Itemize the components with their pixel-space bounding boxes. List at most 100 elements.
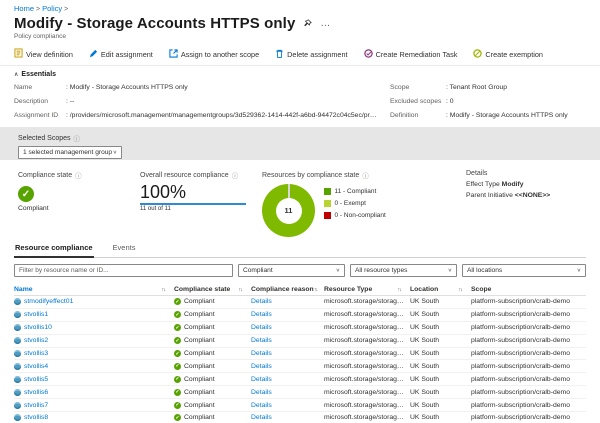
resource-type-cell: microsoft.storage/storagea... <box>324 401 410 409</box>
storage-account-icon <box>14 298 21 306</box>
sort-icon <box>459 286 463 293</box>
sort-icon <box>398 286 402 293</box>
essentials-left-column: Name Modify - Storage Accounts HTTPS onl… <box>14 81 390 123</box>
details-link[interactable]: Details <box>251 414 272 421</box>
donut-chart: 11 <box>262 184 315 237</box>
storage-account-icon <box>14 414 21 422</box>
resource-name-link[interactable]: stvollis1 <box>24 311 48 318</box>
table-row: stvollis8 Compliant Details microsoft.st… <box>14 412 586 423</box>
breadcrumb: Home > Policy > <box>0 0 600 13</box>
resource-filter-input[interactable] <box>14 264 233 277</box>
compliance-filter-dropdown[interactable]: Compliant ∨ <box>238 264 345 277</box>
compliance-state-cell: Compliant <box>174 324 251 332</box>
info-icon[interactable] <box>74 133 81 143</box>
resource-name-link[interactable]: stvollis8 <box>24 414 48 421</box>
scope-cell: platform-subscription/cralb-demo <box>471 337 570 345</box>
resource-compliance-table: Name Compliance state Compliance reason … <box>14 283 586 423</box>
resource-name-link[interactable]: stvollis6 <box>24 389 48 396</box>
chevron-down-icon: ∨ <box>447 268 452 274</box>
location-cell: UK South <box>410 414 440 422</box>
legend-item: 0 - Exempt <box>324 200 386 207</box>
essentials-collapse-header[interactable]: ∧ Essentials <box>14 69 586 81</box>
tab-resource-compliance[interactable]: Resource compliance <box>14 240 94 258</box>
resource-type-cell: microsoft.storage/storagea... <box>324 375 410 383</box>
selected-scopes-dropdown[interactable]: 1 selected management group ∨ <box>18 146 122 159</box>
compliance-progress-bar <box>140 202 246 206</box>
resource-type-cell: microsoft.storage/storagea... <box>324 311 410 319</box>
location-filter-dropdown[interactable]: All locations ∨ <box>462 264 586 277</box>
details-link[interactable]: Details <box>251 311 272 318</box>
pin-icon[interactable] <box>303 19 313 28</box>
scope-cell: platform-subscription/cralb-demo <box>471 298 570 306</box>
details-link[interactable]: Details <box>251 350 272 357</box>
resource-name-link[interactable]: stvollis10 <box>24 324 52 331</box>
view-definition-button[interactable]: View definition <box>14 48 73 60</box>
compliance-state-cell: Compliant <box>174 388 251 396</box>
remediation-icon <box>363 48 373 60</box>
collapse-chevron-icon: ∧ <box>14 72 19 78</box>
column-header-resource-type[interactable]: Resource Type <box>324 286 410 293</box>
compliant-check-icon <box>174 350 181 357</box>
tab-events[interactable]: Events <box>112 240 137 257</box>
donut-start-notch <box>287 184 290 198</box>
selected-scopes-band: Selected Scopes 1 selected management gr… <box>0 127 600 160</box>
compliant-check-icon <box>174 337 181 345</box>
legend-swatch <box>324 212 331 219</box>
compliance-state-cell: Compliant <box>174 337 251 345</box>
resource-type-filter-dropdown[interactable]: All resource types ∨ <box>350 264 457 277</box>
essentials-field: Excluded scopes 0 <box>390 95 586 109</box>
info-icon[interactable] <box>232 170 239 180</box>
compliant-check-icon: ✓ <box>18 186 34 202</box>
breadcrumb-link-policy[interactable]: Policy <box>42 4 62 13</box>
details-link[interactable]: Details <box>251 363 272 370</box>
details-title: Details <box>466 170 488 177</box>
column-header-location[interactable]: Location <box>410 286 471 293</box>
sort-icon <box>239 286 243 293</box>
details-link[interactable]: Details <box>251 337 272 344</box>
storage-account-icon <box>14 388 21 396</box>
storage-account-icon <box>14 350 21 357</box>
details-link[interactable]: Details <box>251 298 272 305</box>
exemption-icon <box>473 48 483 60</box>
scope-cell: platform-subscription/cralb-demo <box>471 311 570 319</box>
table-row: stvollis5 Compliant Details microsoft.st… <box>14 373 586 387</box>
column-header-name[interactable]: Name <box>14 286 174 293</box>
details-link[interactable]: Details <box>251 324 272 331</box>
compliance-percent: 100% <box>140 182 187 202</box>
resource-name-link[interactable]: stvollis3 <box>24 350 48 357</box>
resource-name-link[interactable]: stvollis2 <box>24 337 48 344</box>
details-link[interactable]: Details <box>251 402 272 409</box>
compliant-check-icon <box>174 362 181 370</box>
resource-type-cell: microsoft.storage/storagea... <box>324 324 410 332</box>
resource-name-link[interactable]: stvollis4 <box>24 363 48 370</box>
filter-bar: Compliant ∨ All resource types ∨ All loc… <box>0 258 600 281</box>
resource-name-link[interactable]: stmodifyeffect01 <box>24 298 73 305</box>
resource-type-cell: microsoft.storage/storagea... <box>324 388 410 396</box>
overall-compliance-card: Overall resource compliance 100% 11 out … <box>140 170 262 232</box>
assign-to-scope-button[interactable]: Assign to another scope <box>169 48 259 60</box>
compliance-state-cell: Compliant <box>174 414 251 422</box>
storage-account-icon <box>14 401 21 409</box>
column-header-scope[interactable]: Scope <box>471 286 586 293</box>
create-remediation-task-button[interactable]: Create Remediation Task <box>363 48 457 60</box>
more-options-icon[interactable]: … <box>320 18 331 29</box>
create-exemption-button[interactable]: Create exemption <box>473 48 543 60</box>
details-link[interactable]: Details <box>251 389 272 396</box>
resource-name-link[interactable]: stvollis7 <box>24 402 48 409</box>
edit-assignment-button[interactable]: Edit assignment <box>89 49 153 60</box>
location-cell: UK South <box>410 298 440 306</box>
details-link[interactable]: Details <box>251 376 272 383</box>
essentials-field: Description -- <box>14 95 378 109</box>
info-icon[interactable] <box>362 170 369 180</box>
column-header-compliance-state[interactable]: Compliance state <box>174 286 251 293</box>
location-cell: UK South <box>410 324 440 332</box>
resource-name-link[interactable]: stvollis5 <box>24 376 48 383</box>
info-icon[interactable] <box>75 170 82 180</box>
breadcrumb-link-home[interactable]: Home <box>14 4 34 13</box>
essentials-field: Scope Tenant Root Group <box>390 81 586 95</box>
compliance-summary: Compliance state ✓ Compliant Overall res… <box>0 160 600 238</box>
chevron-down-icon: ∨ <box>335 268 340 274</box>
table-row: stvollis3 Compliant Details microsoft.st… <box>14 348 586 361</box>
delete-assignment-button[interactable]: Delete assignment <box>275 49 348 60</box>
column-header-compliance-reason[interactable]: Compliance reason <box>251 286 324 293</box>
